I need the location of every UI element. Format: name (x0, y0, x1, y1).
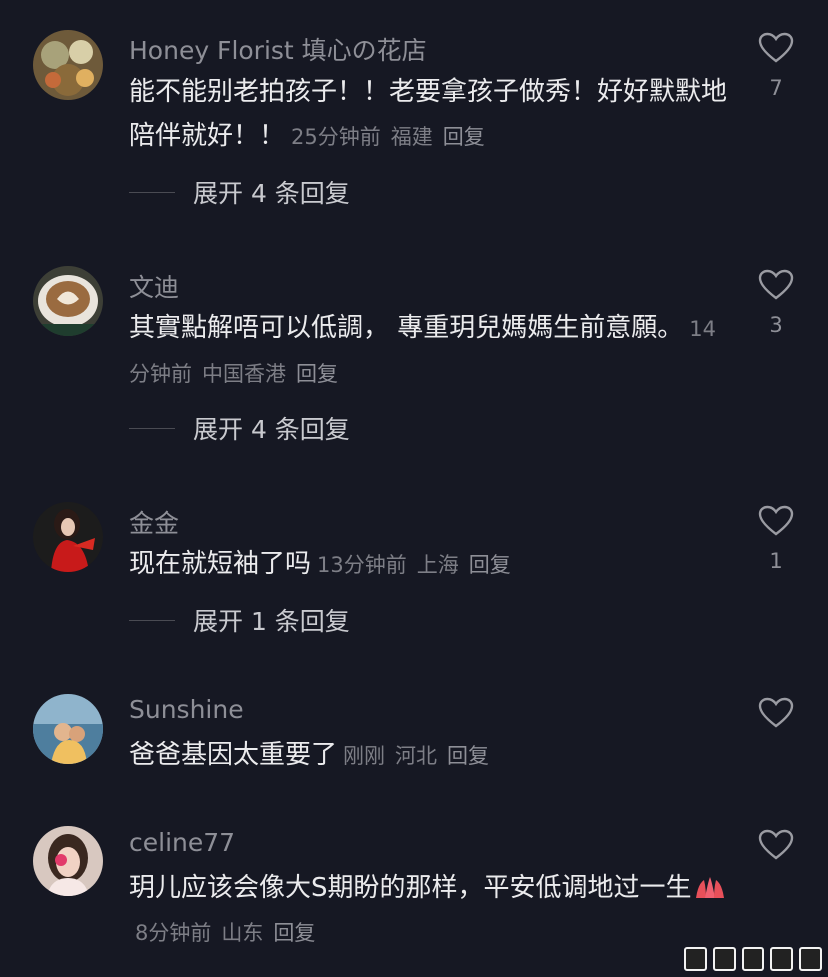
comment-meta: 25分钟前 福建 回复 (291, 125, 495, 149)
praying-hands-emoji (695, 877, 724, 898)
expand-replies-button[interactable]: 展开 4 条回复 (129, 174, 350, 210)
username[interactable]: Honey Florist 填心の花店 (129, 31, 427, 67)
username[interactable]: Sunshine (129, 695, 244, 724)
comment-body: 其實點解唔可以低調， 專重玥兒媽媽生前意願。 (129, 313, 684, 343)
reply-button[interactable]: 回复 (273, 921, 315, 945)
comment-location: 上海 (416, 553, 459, 577)
heart-icon (758, 829, 794, 860)
username[interactable]: celine77 (129, 828, 235, 857)
comment-time: 13分钟前 (317, 553, 407, 577)
heart-icon (758, 697, 794, 728)
comment-body: 现在就短袖了吗 (129, 549, 312, 579)
reply-button[interactable]: 回复 (443, 125, 485, 149)
username[interactable]: 金金 (129, 504, 179, 540)
comment-meta: 刚刚 河北 回复 (343, 744, 499, 768)
divider-line (129, 619, 175, 621)
comment-location: 山东 (221, 921, 264, 945)
woman-red-dress-avatar-icon[interactable] (33, 502, 103, 572)
watermark-icon (684, 947, 822, 971)
reply-button[interactable]: 回复 (469, 553, 511, 577)
beach-kids-avatar-icon[interactable] (33, 694, 103, 764)
comment-body: 爸爸基因太重要了 (129, 740, 338, 770)
like-count: 7 (769, 76, 783, 100)
comment-text: 现在就短袖了吗 13分钟前 上海 回复 (129, 542, 729, 587)
like-button[interactable] (756, 697, 796, 729)
reply-button[interactable]: 回复 (296, 362, 338, 386)
like-button[interactable] (756, 829, 796, 861)
divider-line (129, 191, 175, 193)
username[interactable]: 文迪 (129, 268, 179, 304)
comment-location: 河北 (395, 744, 438, 768)
like-button[interactable]: 1 (756, 505, 796, 573)
comment-text: 爸爸基因太重要了 刚刚 河北 回复 (129, 733, 729, 778)
comment-text: 能不能别老拍孩子！！老要拿孩子做秀！好好默默地陪伴就好！！ 25分钟前 福建 回复 (129, 70, 729, 159)
comment-text: 其實點解唔可以低調， 專重玥兒媽媽生前意願。 14分钟前 中国香港 回复 (129, 306, 729, 396)
like-button[interactable]: 7 (756, 32, 796, 100)
comment-location: 福建 (390, 125, 433, 149)
expand-replies-label: 展开 4 条回复 (193, 179, 350, 208)
comment-body: 玥儿应该会像大S期盼的那样，平安低调地过一生 (129, 873, 692, 903)
comment-time: 25分钟前 (291, 125, 381, 149)
comment-meta: 13分钟前 上海 回复 (317, 553, 521, 577)
heart-icon (758, 505, 794, 536)
expand-replies-button[interactable]: 展开 4 条回复 (129, 410, 350, 446)
comment-meta: 8分钟前 山东 回复 (135, 921, 325, 945)
latte-art-avatar-icon[interactable] (33, 266, 103, 336)
comment-location: 中国香港 (202, 362, 286, 386)
like-button[interactable]: 3 (756, 269, 796, 337)
like-count: 1 (769, 549, 783, 573)
like-count: 3 (769, 313, 783, 337)
comment-time: 8分钟前 (135, 921, 212, 945)
girl-portrait-avatar-icon[interactable] (33, 826, 103, 896)
floral-avatar-icon[interactable] (33, 30, 103, 100)
expand-replies-button[interactable]: 展开 1 条回复 (129, 602, 350, 638)
reply-button[interactable]: 回复 (447, 744, 489, 768)
heart-icon (758, 32, 794, 63)
expand-replies-label: 展开 4 条回复 (193, 415, 350, 444)
comment-text: 玥儿应该会像大S期盼的那样，平安低调地过一生 8分钟前 山东 回复 (129, 866, 729, 955)
expand-replies-label: 展开 1 条回复 (193, 607, 350, 636)
comment-time: 刚刚 (343, 744, 386, 768)
heart-icon (758, 269, 794, 300)
divider-line (129, 427, 175, 429)
